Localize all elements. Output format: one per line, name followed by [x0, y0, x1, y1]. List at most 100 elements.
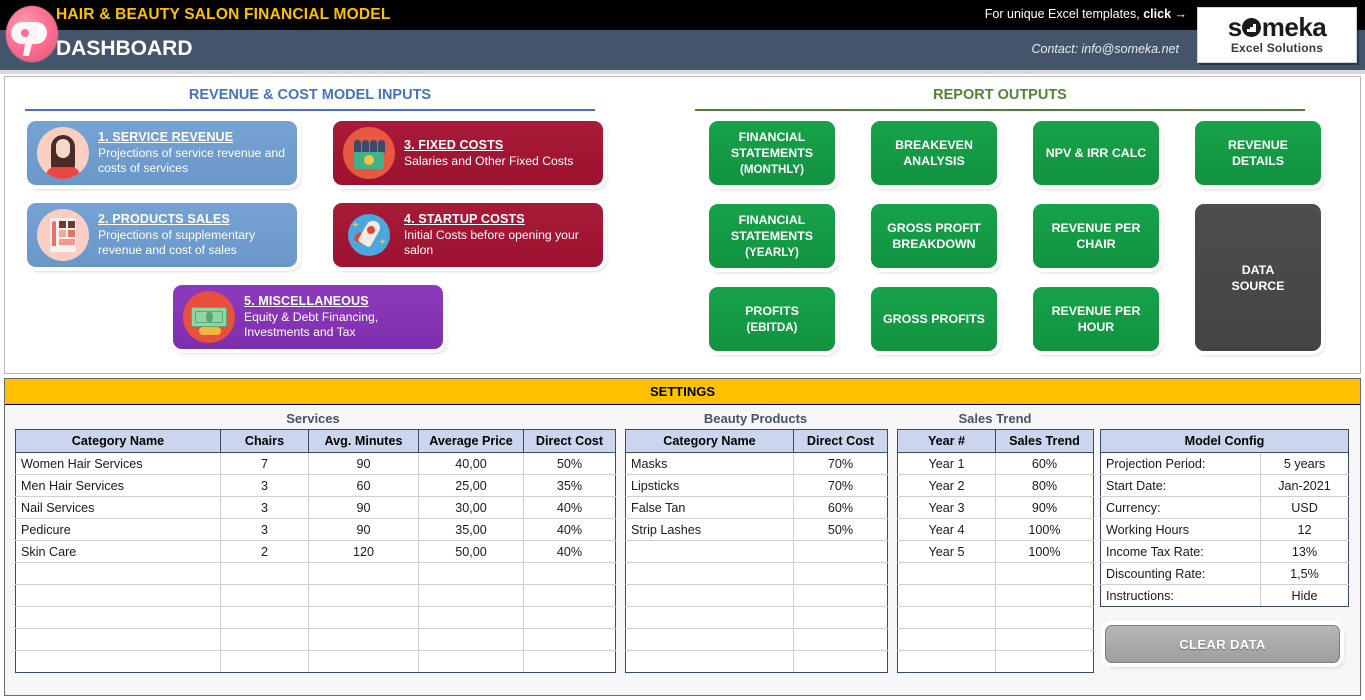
table-cell[interactable]: 50% — [524, 453, 616, 475]
table-cell[interactable]: Strip Lashes — [626, 519, 794, 541]
table-cell[interactable] — [898, 651, 996, 673]
table-cell[interactable]: USD — [1261, 497, 1349, 519]
table-cell[interactable]: 100% — [996, 541, 1094, 563]
table-row[interactable]: Year 390% — [898, 497, 1094, 519]
table-cell[interactable]: 7 — [221, 453, 309, 475]
table-cell[interactable] — [524, 651, 616, 673]
table-row[interactable]: Year 5100% — [898, 541, 1094, 563]
table-cell[interactable]: Year 2 — [898, 475, 996, 497]
table-row[interactable]: Year 160% — [898, 453, 1094, 475]
table-cell[interactable]: Jan-2021 — [1261, 475, 1349, 497]
table-cell[interactable]: 50% — [794, 519, 888, 541]
table-cell[interactable] — [524, 607, 616, 629]
table-cell[interactable]: 5 years — [1261, 453, 1349, 475]
table-cell[interactable]: 3 — [221, 519, 309, 541]
table-row[interactable] — [898, 607, 1094, 629]
table-row[interactable] — [626, 541, 888, 563]
table-cell[interactable]: 60% — [794, 497, 888, 519]
input-tile-miscellaneous[interactable]: 5. MISCELLANEOUS Equity & Debt Financing… — [173, 285, 443, 349]
table-row[interactable]: Income Tax Rate:13% — [1101, 541, 1349, 563]
table-cell[interactable] — [419, 629, 524, 651]
table-cell[interactable]: 2 — [221, 541, 309, 563]
table-cell[interactable] — [794, 541, 888, 563]
table-row[interactable]: Strip Lashes50% — [626, 519, 888, 541]
table-cell[interactable]: Start Date: — [1101, 475, 1261, 497]
table-row[interactable] — [626, 651, 888, 673]
table-cell[interactable]: Year 3 — [898, 497, 996, 519]
templates-cta[interactable]: For unique Excel templates, click → — [985, 7, 1187, 21]
table-cell[interactable] — [794, 585, 888, 607]
table-cell[interactable]: Nail Services — [16, 497, 221, 519]
table-cell[interactable] — [221, 585, 309, 607]
table-cell[interactable]: Men Hair Services — [16, 475, 221, 497]
services-table[interactable]: Category NameChairsAvg. MinutesAverage P… — [15, 429, 616, 673]
table-cell[interactable]: 35% — [524, 475, 616, 497]
table-cell[interactable] — [16, 629, 221, 651]
report-button-revenue-details[interactable]: REVENUE DETAILS — [1195, 121, 1321, 185]
input-tile-fixed-costs[interactable]: 3. FIXED COSTS Salaries and Other Fixed … — [333, 121, 603, 185]
table-cell[interactable]: 120 — [309, 541, 419, 563]
table-cell[interactable] — [419, 651, 524, 673]
table-cell[interactable]: 60% — [996, 453, 1094, 475]
table-row[interactable]: Masks70% — [626, 453, 888, 475]
table-cell[interactable] — [996, 629, 1094, 651]
table-row[interactable] — [626, 585, 888, 607]
table-cell[interactable] — [626, 541, 794, 563]
table-cell[interactable] — [794, 607, 888, 629]
table-cell[interactable]: Income Tax Rate: — [1101, 541, 1261, 563]
report-button-revenue-per-hour[interactable]: REVENUE PER HOUR — [1033, 287, 1159, 351]
table-cell[interactable] — [794, 651, 888, 673]
table-cell[interactable] — [626, 651, 794, 673]
table-cell[interactable] — [16, 563, 221, 585]
table-row[interactable] — [898, 651, 1094, 673]
table-cell[interactable] — [419, 563, 524, 585]
table-cell[interactable]: 1,5% — [1261, 563, 1349, 585]
table-cell[interactable] — [996, 563, 1094, 585]
table-cell[interactable]: 40% — [524, 519, 616, 541]
table-cell[interactable] — [309, 563, 419, 585]
table-cell[interactable] — [419, 585, 524, 607]
table-cell[interactable] — [898, 607, 996, 629]
table-cell[interactable]: 70% — [794, 475, 888, 497]
table-cell[interactable]: 3 — [221, 475, 309, 497]
table-cell[interactable]: 3 — [221, 497, 309, 519]
table-row[interactable]: Currency:USD — [1101, 497, 1349, 519]
report-button-npv-irr-calc[interactable]: NPV & IRR CALC — [1033, 121, 1159, 185]
table-cell[interactable] — [221, 629, 309, 651]
table-cell[interactable] — [221, 563, 309, 585]
table-row[interactable] — [626, 607, 888, 629]
report-button-gross-profits[interactable]: GROSS PROFITS — [871, 287, 997, 351]
table-cell[interactable]: 90% — [996, 497, 1094, 519]
table-row[interactable] — [898, 629, 1094, 651]
table-cell[interactable]: 40% — [524, 497, 616, 519]
table-cell[interactable]: 70% — [794, 453, 888, 475]
table-row[interactable]: Year 4100% — [898, 519, 1094, 541]
table-cell[interactable]: 80% — [996, 475, 1094, 497]
table-cell[interactable] — [16, 607, 221, 629]
table-cell[interactable]: Lipsticks — [626, 475, 794, 497]
model-config-table[interactable]: Model Config Projection Period:5 yearsSt… — [1100, 429, 1349, 607]
table-cell[interactable] — [309, 629, 419, 651]
table-cell[interactable]: Hide — [1261, 585, 1349, 607]
table-cell[interactable]: 100% — [996, 519, 1094, 541]
table-cell[interactable] — [898, 563, 996, 585]
table-cell[interactable]: 90 — [309, 453, 419, 475]
table-row[interactable]: Skin Care212050,0040% — [16, 541, 616, 563]
table-row[interactable]: Year 280% — [898, 475, 1094, 497]
table-cell[interactable]: Year 4 — [898, 519, 996, 541]
clear-data-button[interactable]: CLEAR DATA — [1105, 625, 1340, 663]
table-row[interactable]: Pedicure39035,0040% — [16, 519, 616, 541]
table-cell[interactable] — [16, 585, 221, 607]
table-row[interactable]: False Tan60% — [626, 497, 888, 519]
table-row[interactable]: Men Hair Services36025,0035% — [16, 475, 616, 497]
table-cell[interactable] — [626, 585, 794, 607]
report-button-financial-statements-yearly[interactable]: FINANCIAL STATEMENTS (YEARLY) — [709, 204, 835, 268]
table-cell[interactable] — [626, 607, 794, 629]
table-cell[interactable]: Pedicure — [16, 519, 221, 541]
report-button-data-source[interactable]: DATA SOURCE — [1195, 204, 1321, 351]
table-cell[interactable]: Skin Care — [16, 541, 221, 563]
table-row[interactable] — [16, 585, 616, 607]
table-cell[interactable]: 35,00 — [419, 519, 524, 541]
table-cell[interactable] — [524, 563, 616, 585]
table-cell[interactable] — [309, 607, 419, 629]
